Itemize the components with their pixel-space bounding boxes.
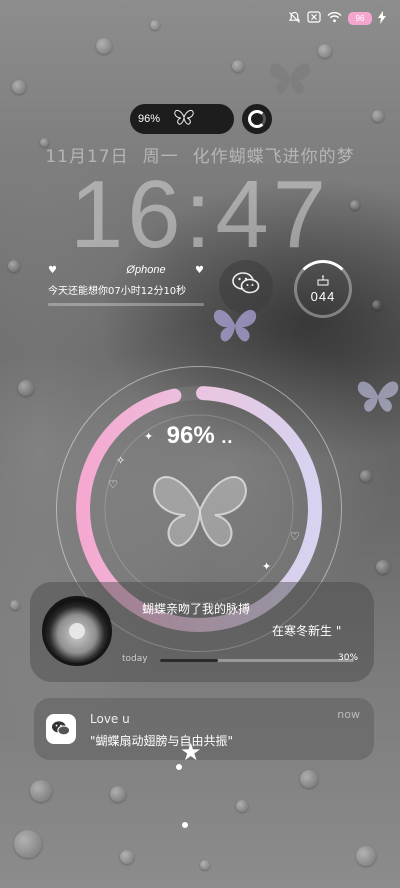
charging-percent: 96% .. bbox=[0, 422, 400, 450]
heart-icon: ♥ bbox=[195, 264, 204, 276]
charging-icon bbox=[378, 10, 386, 26]
music-progress-bar[interactable] bbox=[160, 659, 354, 662]
rain-drop bbox=[372, 110, 384, 122]
mini-ring-button[interactable] bbox=[242, 104, 272, 134]
music-progress-fill bbox=[160, 659, 219, 662]
rain-drop bbox=[232, 60, 244, 72]
day-counter-ring[interactable]: 044 bbox=[294, 260, 352, 318]
sparkle-icon: ✧ bbox=[116, 454, 126, 467]
charging-percent-value: 96% bbox=[166, 422, 215, 449]
sparkle-icon: ✦ bbox=[144, 430, 154, 443]
rain-drop bbox=[120, 850, 134, 864]
ring-icon bbox=[248, 110, 266, 128]
no-sim-icon bbox=[307, 11, 321, 25]
music-progress-label: 30% bbox=[338, 653, 359, 663]
rain-drop bbox=[10, 600, 20, 610]
heart-icon: ♥ bbox=[48, 264, 57, 276]
heart-icon: ♡ bbox=[108, 478, 118, 491]
notification-body: "蝴蝶扇动翅膀与自由共振" bbox=[90, 734, 234, 748]
charging-dots: .. bbox=[221, 427, 234, 447]
rain-drop bbox=[110, 786, 126, 802]
rain-drop bbox=[14, 830, 42, 858]
battery-icon: 96 bbox=[348, 11, 372, 25]
widget-title: Øphone bbox=[126, 264, 166, 276]
butterfly-icon bbox=[212, 306, 258, 348]
countdown-widget[interactable]: ♥ Øphone ♥ 今天还能想你07小时12分10秒 bbox=[48, 264, 204, 306]
bell-muted-icon bbox=[288, 11, 301, 26]
butterfly-icon bbox=[268, 60, 312, 100]
heart-icon: ♡ bbox=[290, 530, 300, 543]
rain-drop bbox=[30, 780, 52, 802]
album-avatar[interactable] bbox=[42, 596, 112, 666]
page-dot bbox=[182, 822, 188, 828]
rain-drop bbox=[300, 770, 318, 788]
rain-drop bbox=[376, 560, 390, 574]
widget-countdown-text: 今天还能想你07小时12分10秒 bbox=[48, 286, 187, 297]
rain-drop bbox=[200, 860, 210, 870]
rain-drop bbox=[318, 44, 332, 58]
rain-drop bbox=[356, 846, 376, 866]
butterfly-icon bbox=[150, 470, 250, 567]
rain-drop bbox=[236, 800, 248, 812]
today-label: today bbox=[122, 654, 148, 664]
charging-pill[interactable]: 96% bbox=[130, 104, 234, 134]
rain-drop bbox=[360, 470, 372, 482]
status-bar: 96 bbox=[288, 8, 386, 28]
widget-divider bbox=[48, 303, 204, 306]
rain-drop bbox=[372, 300, 382, 310]
butterfly-icon bbox=[356, 376, 400, 420]
rain-drop bbox=[12, 80, 26, 94]
notification-card[interactable]: Love u "蝴蝶扇动翅膀与自由共振" now bbox=[34, 698, 374, 760]
cake-icon bbox=[317, 274, 329, 289]
butterfly-icon bbox=[174, 109, 194, 129]
lyric-line-1: 蝴蝶亲吻了我的脉搏 bbox=[142, 602, 251, 616]
wechat-icon bbox=[231, 271, 261, 304]
notification-title: Love u bbox=[90, 712, 130, 726]
wifi-icon bbox=[327, 11, 342, 25]
clock: 16:47 bbox=[69, 161, 331, 268]
rain-drop bbox=[18, 380, 34, 396]
page-dot bbox=[176, 764, 182, 770]
sparkle-icon: ✦ bbox=[262, 560, 272, 573]
lyric-line-2: 在寒冬新生 " bbox=[272, 624, 342, 638]
music-card[interactable]: 蝴蝶亲吻了我的脉搏 在寒冬新生 " today 30% bbox=[30, 582, 374, 682]
day-counter-value: 044 bbox=[310, 288, 336, 304]
wechat-icon bbox=[46, 714, 76, 744]
pill-percent: 96% bbox=[138, 113, 161, 125]
star-icon[interactable]: ★ bbox=[180, 738, 202, 766]
rain-drop bbox=[96, 38, 112, 54]
notification-time: now bbox=[337, 708, 360, 721]
rain-drop bbox=[150, 20, 160, 30]
